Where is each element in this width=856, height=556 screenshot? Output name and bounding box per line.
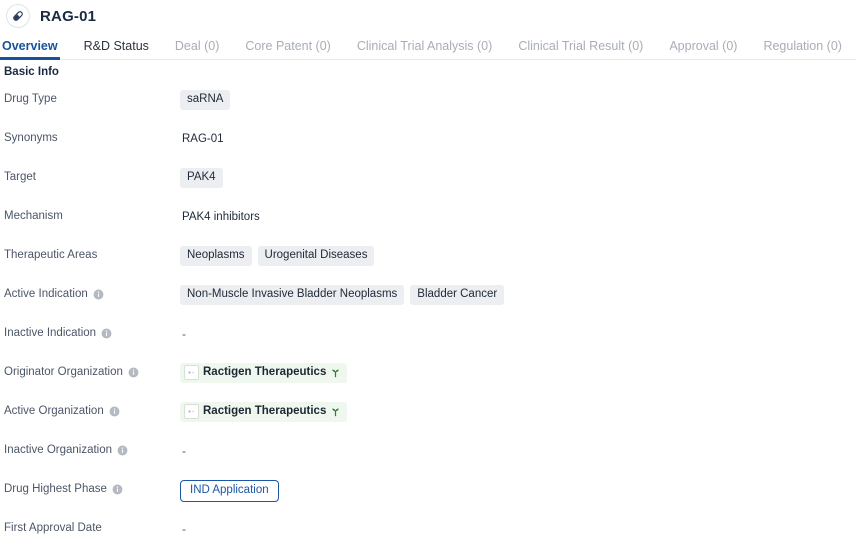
field-row-synonyms: Synonyms RAG-01 [0, 127, 856, 166]
field-label-inactive-organization: Inactive Organization [0, 439, 180, 458]
field-row-mechanism: Mechanism PAK4 inhibitors [0, 205, 856, 244]
tab-approval[interactable]: Approval (0) [669, 39, 737, 60]
tab-clinical-trial-analysis[interactable]: Clinical Trial Analysis (0) [357, 39, 492, 60]
field-label-text: Target [4, 170, 36, 183]
field-value-first-approval-date: - [180, 517, 856, 539]
field-row-target: Target PAK4 [0, 166, 856, 205]
field-value-active-organization: Ractigen Therapeutics [180, 400, 856, 422]
field-value-originator-organization: Ractigen Therapeutics [180, 361, 856, 383]
field-label-mechanism: Mechanism [0, 205, 180, 224]
field-label-text: Originator Organization [4, 365, 123, 378]
info-icon[interactable] [101, 328, 112, 339]
tag-active-indication[interactable]: Non-Muscle Invasive Bladder Neoplasms [180, 284, 405, 306]
field-row-inactive-organization: Inactive Organization - [0, 439, 856, 478]
org-chip-originator[interactable]: Ractigen Therapeutics [180, 362, 348, 383]
field-row-originator-organization: Originator Organization Ractigen Therape… [0, 361, 856, 400]
sprout-icon [330, 406, 341, 417]
field-value-synonyms: RAG-01 [180, 127, 856, 149]
tab-overview[interactable]: Overview [0, 39, 60, 60]
field-label-inactive-indication: Inactive Indication [0, 322, 180, 341]
info-icon[interactable] [109, 406, 120, 417]
field-label-text: Inactive Indication [4, 326, 97, 339]
field-row-active-indication: Active Indication Non-Muscle Invasive Bl… [0, 283, 856, 322]
capsule-icon [6, 4, 30, 28]
field-value-inactive-organization: - [180, 439, 856, 461]
field-label-therapeutic-areas: Therapeutic Areas [0, 244, 180, 263]
org-chip-active[interactable]: Ractigen Therapeutics [180, 401, 348, 422]
field-row-drug-highest-phase: Drug Highest Phase IND Application [0, 478, 856, 517]
company-logo-icon [184, 403, 199, 419]
field-value-mechanism: PAK4 inhibitors [180, 205, 856, 227]
field-label-text: Drug Highest Phase [4, 482, 107, 495]
field-label-drug-type: Drug Type [0, 88, 180, 107]
tab-regulation[interactable]: Regulation (0) [763, 39, 842, 60]
synonyms-value: RAG-01 [182, 132, 224, 145]
field-label-text: Mechanism [4, 209, 63, 222]
tab-rd-status[interactable]: R&D Status [84, 39, 149, 60]
status-badge-phase[interactable]: IND Application [180, 479, 279, 503]
org-name: Ractigen Therapeutics [203, 404, 327, 417]
basic-info-fields: Drug Type saRNA Synonyms RAG-01 Target P… [0, 80, 856, 556]
field-value-target: PAK4 [180, 166, 856, 189]
field-value-inactive-indication: - [180, 322, 856, 344]
info-icon[interactable] [112, 484, 123, 495]
sprout-icon [330, 367, 341, 378]
company-logo-icon [184, 364, 199, 380]
tab-clinical-trial-result[interactable]: Clinical Trial Result (0) [518, 39, 643, 60]
info-icon[interactable] [128, 367, 139, 378]
info-icon[interactable] [93, 289, 104, 300]
mechanism-value: PAK4 inhibitors [182, 210, 260, 223]
section-title-basic-info: Basic Info [4, 66, 59, 78]
field-label-active-indication: Active Indication [0, 283, 180, 302]
first-approval-date-value: - [182, 521, 186, 536]
info-icon[interactable] [117, 445, 128, 456]
page-title: RAG-01 [40, 7, 97, 25]
inactive-indication-value: - [182, 326, 186, 341]
tag-therapeutic-area[interactable]: Urogenital Diseases [257, 245, 375, 267]
tab-bar: Overview R&D Status Deal (0) Core Patent… [0, 32, 856, 60]
inactive-organization-value: - [182, 443, 186, 458]
field-value-active-indication: Non-Muscle Invasive Bladder Neoplasms Bl… [180, 283, 856, 306]
field-label-text: Therapeutic Areas [4, 248, 98, 261]
field-value-drug-type: saRNA [180, 88, 856, 111]
page-header: RAG-01 [0, 0, 856, 32]
tag-drug-type[interactable]: saRNA [180, 89, 231, 111]
tab-deal[interactable]: Deal (0) [175, 39, 219, 60]
field-row-therapeutic-areas: Therapeutic Areas Neoplasms Urogenital D… [0, 244, 856, 283]
field-value-therapeutic-areas: Neoplasms Urogenital Diseases [180, 244, 856, 267]
field-row-first-approval-date: First Approval Date - [0, 517, 856, 556]
tag-target[interactable]: PAK4 [180, 167, 223, 189]
tag-active-indication[interactable]: Bladder Cancer [410, 284, 505, 306]
org-name: Ractigen Therapeutics [203, 365, 327, 378]
field-label-text: Drug Type [4, 92, 57, 105]
field-value-drug-highest-phase: IND Application [180, 478, 856, 503]
field-row-active-organization: Active Organization Ractigen Therapeutic… [0, 400, 856, 439]
field-label-text: Synonyms [4, 131, 58, 144]
field-label-text: Active Indication [4, 287, 88, 300]
field-label-synonyms: Synonyms [0, 127, 180, 146]
field-row-inactive-indication: Inactive Indication - [0, 322, 856, 361]
field-label-originator-organization: Originator Organization [0, 361, 180, 380]
field-label-text: Active Organization [4, 404, 104, 417]
field-label-first-approval-date: First Approval Date [0, 517, 180, 536]
tab-core-patent[interactable]: Core Patent (0) [245, 39, 330, 60]
field-label-active-organization: Active Organization [0, 400, 180, 419]
field-label-text: First Approval Date [4, 521, 102, 534]
tag-therapeutic-area[interactable]: Neoplasms [180, 245, 252, 267]
field-label-drug-highest-phase: Drug Highest Phase [0, 478, 180, 497]
field-row-drug-type: Drug Type saRNA [0, 88, 856, 127]
field-label-target: Target [0, 166, 180, 185]
field-label-text: Inactive Organization [4, 443, 113, 456]
